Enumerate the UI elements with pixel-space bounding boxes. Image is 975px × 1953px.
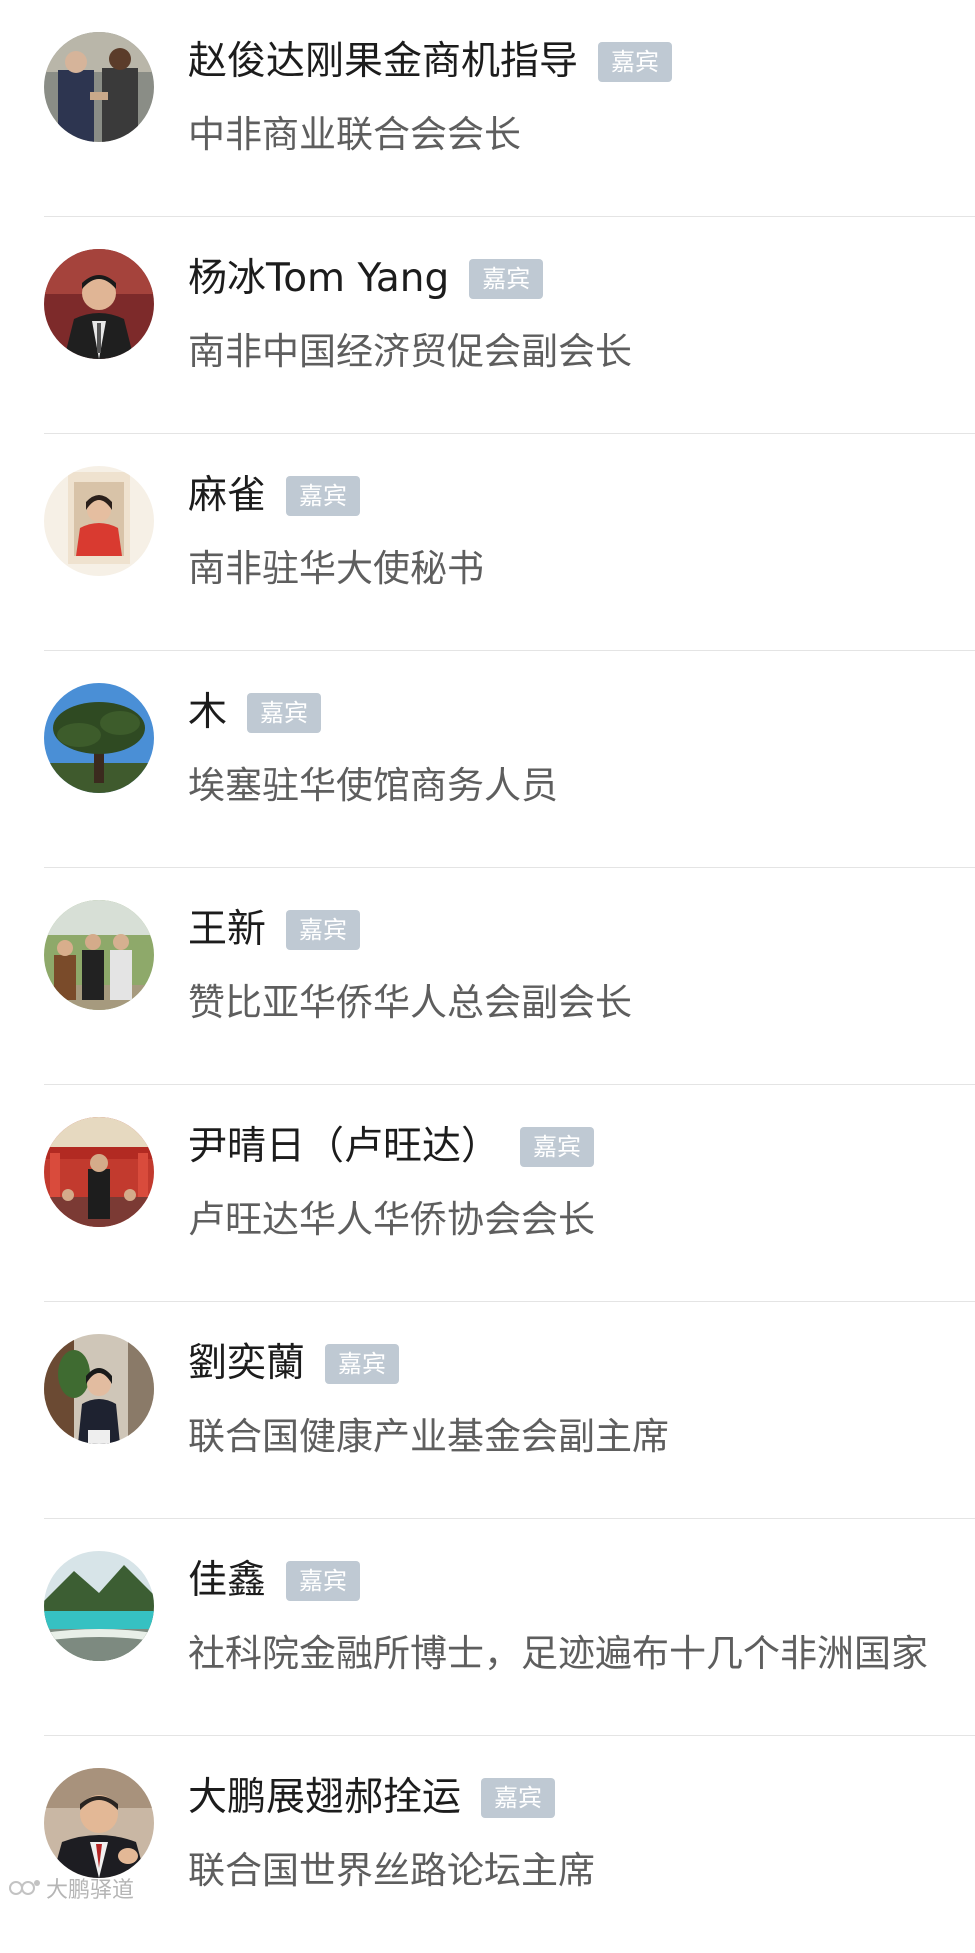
guest-title: 赞比亚华侨华人总会副会长 <box>188 981 632 1024</box>
landscape-photo-avatar-icon[interactable] <box>44 1551 154 1661</box>
guest-name-line: 麻雀 嘉宾 <box>188 468 361 524</box>
guest-title: 南非驻华大使秘书 <box>188 547 484 590</box>
guest-title: 南非中国经济贸促会副会长 <box>188 330 632 373</box>
guest-list: 赵俊达刚果金商机指导 嘉宾 中非商业联合会会长 杨冰Tom Yang 嘉宾 南非… <box>0 0 975 1953</box>
guest-badge: 嘉宾 <box>598 42 673 82</box>
portrait-photo-avatar-icon[interactable] <box>44 466 154 576</box>
guest-name-line: 大鹏展翅郝拴运 嘉宾 <box>188 1770 556 1826</box>
watermark-logo-icon <box>9 1880 40 1895</box>
guest-badge: 嘉宾 <box>286 1561 361 1601</box>
guest-row[interactable]: 杨冰Tom Yang 嘉宾 南非中国经济贸促会副会长 <box>0 217 975 434</box>
guest-name[interactable]: 木 <box>188 685 227 741</box>
guest-name[interactable]: 劉奕蘭 <box>188 1336 305 1392</box>
portrait-photo-avatar-icon[interactable] <box>44 1768 154 1878</box>
handshake-photo-avatar-icon[interactable] <box>44 32 154 142</box>
watermark-text: 大鹏驿道 <box>46 1878 135 1903</box>
guest-name[interactable]: 赵俊达刚果金商机指导 <box>188 34 578 90</box>
guest-row[interactable]: 大鹏展翅郝拴运 嘉宾 联合国世界丝路论坛主席 <box>0 1736 975 1953</box>
guest-row[interactable]: 劉奕蘭 嘉宾 联合国健康产业基金会副主席 <box>0 1302 975 1519</box>
guest-title: 中非商业联合会会长 <box>188 113 521 156</box>
guest-badge: 嘉宾 <box>247 693 322 733</box>
guest-row[interactable]: 王新 嘉宾 赞比亚华侨华人总会副会长 <box>0 868 975 1085</box>
guest-name[interactable]: 佳鑫 <box>188 1553 266 1609</box>
guest-badge: 嘉宾 <box>286 910 361 950</box>
guest-name-line: 劉奕蘭 嘉宾 <box>188 1336 400 1392</box>
portrait-photo-avatar-icon[interactable] <box>44 1334 154 1444</box>
guest-badge: 嘉宾 <box>481 1778 556 1818</box>
guest-title: 联合国世界丝路论坛主席 <box>188 1849 595 1892</box>
guest-name-line: 杨冰Tom Yang 嘉宾 <box>188 251 544 307</box>
guest-name[interactable]: 王新 <box>188 902 266 958</box>
guest-title: 卢旺达华人华侨协会会长 <box>188 1198 595 1241</box>
group-photo-avatar-icon[interactable] <box>44 900 154 1010</box>
guest-name[interactable]: 尹晴日（卢旺达） <box>188 1119 500 1175</box>
guest-name[interactable]: 麻雀 <box>188 468 266 524</box>
guest-title: 社科院金融所博士，足迹遍布十几个非洲国家 <box>188 1632 928 1675</box>
guest-badge: 嘉宾 <box>520 1127 595 1167</box>
guest-name-line: 佳鑫 嘉宾 <box>188 1553 361 1609</box>
guest-name-line: 木 嘉宾 <box>188 685 322 741</box>
guest-row[interactable]: 麻雀 嘉宾 南非驻华大使秘书 <box>0 434 975 651</box>
guest-row[interactable]: 佳鑫 嘉宾 社科院金融所博士，足迹遍布十几个非洲国家 <box>0 1519 975 1736</box>
tree-photo-avatar-icon[interactable] <box>44 683 154 793</box>
portrait-photo-avatar-icon[interactable] <box>44 249 154 359</box>
guest-badge: 嘉宾 <box>286 476 361 516</box>
guest-row[interactable]: 赵俊达刚果金商机指导 嘉宾 中非商业联合会会长 <box>0 0 975 217</box>
guest-name-line: 王新 嘉宾 <box>188 902 361 958</box>
conference-photo-avatar-icon[interactable] <box>44 1117 154 1227</box>
guest-name-line: 尹晴日（卢旺达） 嘉宾 <box>188 1119 595 1175</box>
guest-title: 埃塞驻华使馆商务人员 <box>188 764 558 807</box>
guest-name-line: 赵俊达刚果金商机指导 嘉宾 <box>188 34 673 90</box>
guest-badge: 嘉宾 <box>325 1344 400 1384</box>
guest-title: 联合国健康产业基金会副主席 <box>188 1415 669 1458</box>
guest-row[interactable]: 木 嘉宾 埃塞驻华使馆商务人员 <box>0 651 975 868</box>
watermark: 大鹏驿道 <box>8 1872 134 1904</box>
guest-badge: 嘉宾 <box>469 259 544 299</box>
guest-name[interactable]: 杨冰Tom Yang <box>188 251 449 307</box>
guest-row[interactable]: 尹晴日（卢旺达） 嘉宾 卢旺达华人华侨协会会长 <box>0 1085 975 1302</box>
guest-name[interactable]: 大鹏展翅郝拴运 <box>188 1770 461 1826</box>
